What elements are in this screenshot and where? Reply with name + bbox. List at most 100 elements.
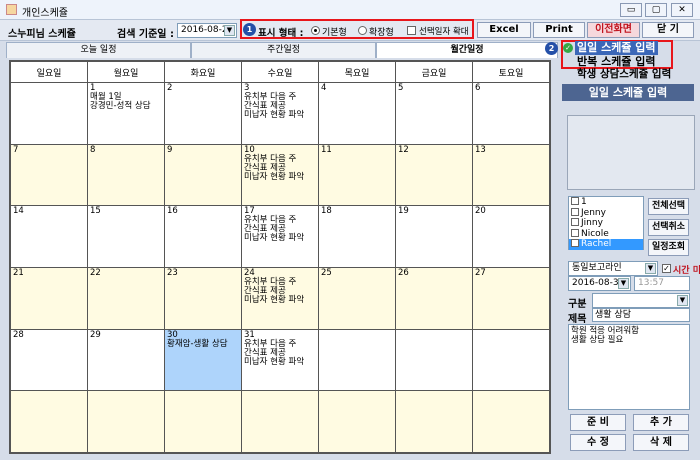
calendar-day-cell[interactable]: 19 <box>395 205 473 268</box>
deselect-button[interactable]: 선택취소 <box>648 219 689 236</box>
menu-repeat-schedule[interactable]: 반복 스케쥴 입력 <box>577 55 656 68</box>
weekday-header: 화요일 <box>164 61 242 83</box>
calendar-day-cell[interactable]: 26 <box>395 266 473 330</box>
chevron-down-icon[interactable]: ▼ <box>677 295 688 306</box>
calendar-day-cell[interactable] <box>395 390 473 453</box>
menu-daily-schedule[interactable]: 일일 스케쥴 입력 <box>575 41 658 55</box>
user-list-item[interactable]: Rachel <box>569 239 643 250</box>
calendar-day-cell[interactable]: 3 유치부 다음 주 간식표 제공 미납자 현황 파악 <box>241 82 319 145</box>
display-mode-label: 표시 형태 : <box>258 28 304 39</box>
close-window-button[interactable]: ✕ <box>671 3 693 17</box>
user-list-item[interactable]: Jenny <box>569 207 643 219</box>
close-button[interactable]: 닫 기 <box>642 22 694 38</box>
user-checkbox[interactable] <box>571 207 579 216</box>
calendar-day-cell[interactable]: 13 <box>472 143 550 207</box>
calendar-day-cell[interactable]: 29 <box>87 328 165 392</box>
tab-monthly[interactable]: 월간일정 <box>376 42 558 58</box>
day-number: 25 <box>321 267 332 278</box>
calendar-day-cell[interactable]: 20 <box>472 205 550 268</box>
user-list-item[interactable]: Jinny <box>569 218 643 229</box>
calendar-day-cell[interactable]: 28 <box>10 328 88 392</box>
tab-weekly[interactable]: 주간일정 <box>191 42 376 58</box>
menu-student-schedule[interactable]: 학생 상담스케쥴 입력 <box>577 68 671 81</box>
calendar-day-cell[interactable]: 31 유치부 다음 주 간식표 제공 미납자 현황 파악 <box>241 328 319 392</box>
calendar-day-cell[interactable]: 7 <box>10 143 88 207</box>
calendar-day-cell[interactable]: 6 <box>472 82 550 145</box>
calendar-day-cell[interactable]: 9 <box>164 143 242 207</box>
tab-today[interactable]: 오늘 일정 <box>6 42 191 58</box>
type-select[interactable]: ▼ <box>592 293 690 308</box>
select-all-button[interactable]: 전체선택 <box>648 198 689 215</box>
user-list[interactable]: 1 Jenny Jinny Nicole Rachel <box>568 196 644 250</box>
calendar-day-cell[interactable]: 10 유치부 다음 주 간식표 제공 미납자 현황 파악 <box>241 143 319 207</box>
calendar-day-cell[interactable]: 27 <box>472 266 550 330</box>
calendar-week: 7 8 9 10 유치부 다음 주 간식표 제공 미납자 현황 파악 11 12 13 <box>10 143 550 207</box>
chevron-down-icon[interactable]: ▼ <box>618 278 629 289</box>
calendar-day-cell[interactable]: 30 황재암-생활 상담 <box>164 328 242 392</box>
user-list-item[interactable]: 1 <box>569 197 643 208</box>
calendar-day-cell[interactable]: 22 <box>87 266 165 330</box>
calendar-day-cell[interactable]: 24 유치부 다음 주 간식표 제공 미납자 현황 파악 <box>241 266 319 330</box>
user-checkbox[interactable] <box>571 228 579 237</box>
day-event[interactable]: 유치부 다음 주 간식표 제공 미납자 현황 파악 <box>244 339 316 367</box>
calendar-day-cell[interactable]: 15 <box>87 205 165 268</box>
calendar-day-cell[interactable]: 4 <box>318 82 396 145</box>
calendar-day-cell[interactable]: 17 유치부 다음 주 간식표 제공 미납자 현황 파악 <box>241 205 319 268</box>
prepare-button[interactable]: 준 비 <box>570 414 626 431</box>
maximize-button[interactable]: ▢ <box>645 3 667 17</box>
calendar-day-cell[interactable] <box>10 390 88 453</box>
day-event[interactable]: 매월 1일 강경민-성적 상담 <box>90 93 162 111</box>
calendar-day-cell[interactable] <box>87 390 165 453</box>
calendar-day-cell[interactable]: 11 <box>318 143 396 207</box>
time-input-checkbox[interactable]: ✓ <box>662 264 671 273</box>
excel-button[interactable]: Excel <box>477 22 531 38</box>
schedule-date-picker[interactable]: 2016-08-30 ▼ <box>568 276 631 291</box>
calendar-day-cell[interactable]: 1 매월 1일 강경민-성적 상담 <box>87 82 165 145</box>
calendar-day-cell[interactable] <box>318 328 396 392</box>
calendar-day-cell[interactable]: 16 <box>164 205 242 268</box>
user-list-item[interactable]: Nicole <box>569 228 643 240</box>
calendar-day-cell[interactable] <box>472 390 550 453</box>
day-event[interactable]: 유치부 다음 주 간식표 제공 미납자 현황 파악 <box>244 216 316 243</box>
calendar-day-cell[interactable] <box>164 390 242 453</box>
content-textarea[interactable]: 학원 적응 어려워함 생활 상담 필요 <box>568 324 690 410</box>
chevron-down-icon[interactable]: ▼ <box>224 25 235 36</box>
calendar-day-cell[interactable]: 18 <box>318 205 396 268</box>
calendar-day-cell[interactable] <box>318 390 396 453</box>
user-checkbox[interactable] <box>571 197 579 205</box>
calendar-day-cell[interactable] <box>395 328 473 392</box>
day-event[interactable]: 황재암-생활 상담 <box>167 339 239 349</box>
calendar-day-cell[interactable] <box>241 390 319 453</box>
print-button[interactable]: Print <box>533 22 585 38</box>
user-checkbox[interactable] <box>571 239 579 247</box>
view-schedule-button[interactable]: 일정조회 <box>648 239 689 256</box>
user-checkbox[interactable] <box>571 218 579 226</box>
chevron-down-icon[interactable]: ▼ <box>645 263 656 274</box>
day-event[interactable]: 유치부 다음 주 간식표 제공 미납자 현황 파악 <box>244 277 316 305</box>
calendar-day-cell[interactable]: 8 <box>87 143 165 207</box>
add-button[interactable]: 추 가 <box>633 414 689 431</box>
schedule-time-input[interactable]: 13:57 <box>634 276 690 291</box>
radio-basic[interactable] <box>311 26 320 35</box>
category-select[interactable]: 동일보고라인 ▼ <box>568 261 658 276</box>
calendar-day-cell[interactable]: 12 <box>395 143 473 207</box>
delete-button[interactable]: 삭 제 <box>633 434 689 451</box>
search-date-picker[interactable]: 2016-08-29 ▼ <box>177 23 237 38</box>
minimize-button[interactable]: ▭ <box>620 3 642 17</box>
calendar-day-cell[interactable] <box>10 82 88 145</box>
calendar-day-cell[interactable] <box>472 328 550 392</box>
calendar-day-cell[interactable]: 14 <box>10 205 88 268</box>
expand-date-checkbox[interactable] <box>407 26 416 35</box>
monthly-calendar: 일요일 월요일 화요일 수요일 목요일 금요일 토요일 1 매월 1일 강경민-성적 상담 2 3… <box>9 60 551 454</box>
calendar-day-cell[interactable]: 5 <box>395 82 473 145</box>
calendar-day-cell[interactable]: 2 <box>164 82 242 145</box>
prev-screen-button[interactable]: 이전화면 <box>587 22 640 38</box>
edit-button[interactable]: 수 정 <box>570 434 626 451</box>
calendar-day-cell[interactable]: 21 <box>10 266 88 330</box>
calendar-day-cell[interactable]: 25 <box>318 266 396 330</box>
day-event[interactable]: 유치부 다음 주 간식표 제공 미납자 현황 파악 <box>244 154 316 182</box>
calendar-day-cell[interactable]: 23 <box>164 266 242 330</box>
title-input[interactable]: 생활 상담 <box>592 308 690 322</box>
day-event[interactable]: 유치부 다음 주 간식표 제공 미납자 현황 파악 <box>244 93 316 120</box>
radio-expand[interactable] <box>358 26 367 35</box>
